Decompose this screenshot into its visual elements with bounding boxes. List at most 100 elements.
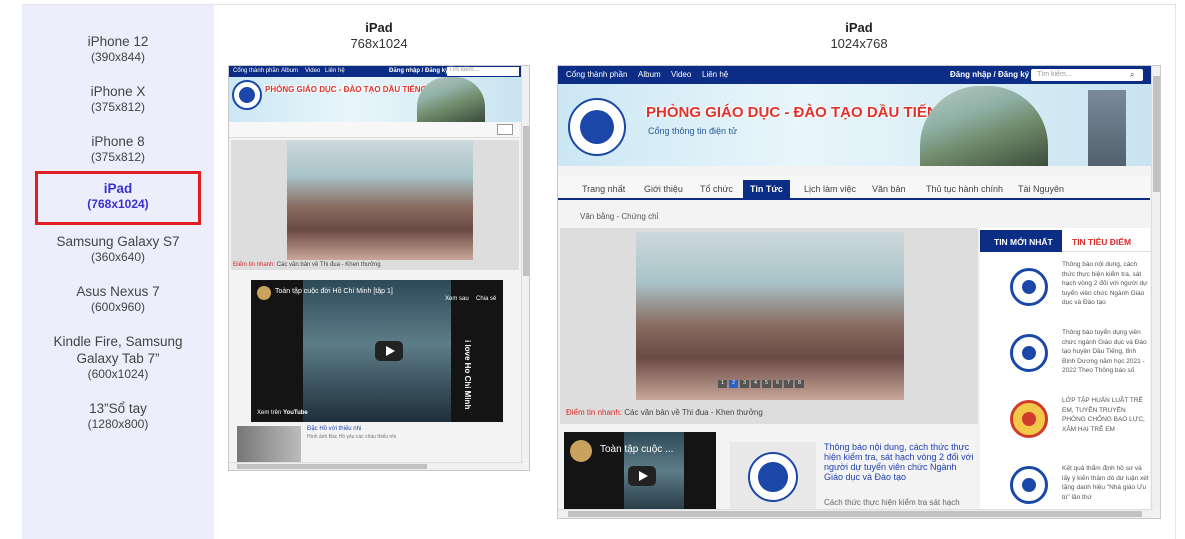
menu-toggle-icon[interactable] (497, 124, 513, 135)
youtube-video[interactable]: Toàn tập cuộc ... (564, 432, 716, 518)
scroll-thumb[interactable] (568, 511, 1142, 517)
preview-device-name: iPad (365, 20, 393, 35)
slide-dot-active[interactable]: 2 (729, 380, 738, 388)
device-name: iPhone 12 (87, 34, 149, 49)
portrait-preview-frame[interactable]: Cổng thành phần Album Video Liên hệ Đăng… (228, 65, 530, 471)
tab-focus[interactable]: TIN TIÊU ĐIỂM (1062, 230, 1150, 252)
vertical-scrollbar[interactable] (521, 66, 529, 462)
menu-item-home[interactable]: Trang nhất (582, 184, 625, 194)
news-text[interactable]: Các văn bản về Thi đua - Khen thưởng (624, 408, 763, 417)
landscape-preview-frame[interactable]: Cổng thành phần Album Video Liên hệ Đăng… (557, 65, 1161, 519)
device-name: iPhone X (90, 84, 146, 99)
watch-on-label: Xem trên (257, 410, 282, 416)
slide-pager: 1 2 3 4 5 6 7 8 (718, 380, 804, 388)
scroll-thumb[interactable] (237, 464, 427, 469)
small-item-title[interactable]: Đặc Hồ với thiếu nhi (307, 426, 361, 432)
nav-link[interactable]: Album (638, 70, 661, 79)
watch-later-button[interactable]: Xem sau (445, 296, 469, 302)
news-label: Điểm tin nhanh: (566, 408, 623, 417)
login-link[interactable]: Đăng nhập / Đăng ký (389, 68, 448, 74)
slide-dot[interactable]: 8 (795, 380, 804, 388)
device-name: Samsung Galaxy S7 (56, 234, 180, 249)
breadcrumb[interactable]: Văn bằng - Chứng chỉ (580, 212, 658, 221)
slide-dot[interactable]: 6 (773, 380, 782, 388)
news-text[interactable]: Các văn bản về Thi đua - Khen thưởng (277, 262, 381, 268)
site-banner: PHÒNG GIÁO DỤC - ĐÀO TẠO DẦU TIẾNG Cổng … (558, 84, 1160, 166)
device-resolution: (600x1024) (87, 367, 149, 381)
nav-link[interactable]: Album (281, 68, 298, 74)
news-item[interactable]: LỚP TẬP HUẤN LUẬT TRẺ EM, TUYÊN TRUYỀN P… (1062, 396, 1150, 454)
menu-item-organization[interactable]: Tổ chức (700, 184, 733, 194)
login-link[interactable]: Đăng nhập / Đăng ký (950, 70, 1029, 79)
search-icon[interactable]: ⌕ (1130, 70, 1134, 80)
device-kindle-fire[interactable]: Kindle Fire, Samsung Galaxy Tab 7” (600x… (22, 333, 214, 382)
horizontal-scrollbar[interactable] (229, 462, 523, 470)
nav-link[interactable]: Video (671, 70, 691, 79)
device-iphone-12[interactable]: iPhone 12 (390x844) (22, 33, 214, 65)
site-banner: PHÒNG GIÁO DỤC - ĐÀO TẠO DẦU TIẾNG (229, 77, 529, 122)
device-name-line2: Galaxy Tab 7” (76, 351, 160, 366)
tab-label: TIN MỚI NHẤT (994, 237, 1053, 247)
share-button[interactable]: Chia sẻ (476, 296, 496, 302)
device-ipad-selected[interactable]: iPad (768x1024) (35, 171, 201, 225)
news-ticker: Điểm tin nhanh: Các văn bản về Thi đua -… (233, 262, 381, 268)
device-name: iPhone 8 (91, 134, 145, 149)
news-item[interactable]: Thông báo tuyển dụng viên chức ngành Giá… (1062, 328, 1150, 394)
play-icon[interactable] (628, 466, 656, 486)
youtube-logo-text[interactable]: YouTube (283, 410, 308, 416)
search-input[interactable]: Tìm kiếm... (447, 67, 519, 76)
device-iphone-x[interactable]: iPhone X (375x812) (22, 83, 214, 115)
channel-avatar (570, 440, 592, 462)
device-samsung-galaxy-s7[interactable]: Samsung Galaxy S7 (360x640) (22, 233, 214, 265)
search-input[interactable]: Tìm kiếm... (1031, 69, 1143, 81)
slide-dot[interactable]: 7 (784, 380, 793, 388)
menu-item-resources[interactable]: Tài Nguyên (1018, 184, 1064, 194)
news-ticker: Điểm tin nhanh: Các văn bản về Thi đua -… (566, 408, 763, 417)
device-asus-nexus-7[interactable]: Asus Nexus 7 (600x960) (22, 283, 214, 315)
nav-link[interactable]: Video (305, 68, 320, 74)
nav-link[interactable]: Cổng thành phần (566, 70, 627, 79)
scroll-thumb[interactable] (1153, 76, 1160, 192)
device-13-notebook[interactable]: 13”Sổ tay (1280x800) (22, 400, 214, 432)
vertical-scrollbar[interactable] (1151, 66, 1160, 509)
video-title[interactable]: Toàn tập cuộc đời Hồ Chí Minh [tập 1] (275, 288, 393, 295)
device-name: 13”Sổ tay (89, 401, 147, 416)
horizontal-scrollbar[interactable] (558, 509, 1153, 518)
site-main-menu: Trang nhất Giới thiệu Tổ chức Tin Tức Lị… (558, 176, 1150, 200)
school-logo-icon (232, 80, 262, 110)
device-iphone-8[interactable]: iPhone 8 (375x812) (22, 133, 214, 165)
small-item-text: Hình ảnh Bác Hồ yêu các cháu thiếu nhi (307, 434, 397, 440)
video-title[interactable]: Toàn tập cuộc ... (600, 444, 673, 455)
device-name: Asus Nexus 7 (76, 284, 160, 299)
nav-link[interactable]: Cổng thành phần (233, 68, 279, 74)
menu-item-schedule[interactable]: Lịch làm việc (804, 184, 856, 194)
slide-dot[interactable]: 4 (751, 380, 760, 388)
slide-dot[interactable]: 3 (740, 380, 749, 388)
device-resolution: (768x1024) (87, 197, 149, 211)
device-resolution: (390x844) (90, 50, 146, 64)
school-logo-icon (568, 98, 626, 156)
news-item[interactable]: Thông báo nội dung, cách thức thực hiện … (1062, 260, 1150, 326)
menu-item-about[interactable]: Giới thiệu (644, 184, 683, 194)
play-icon[interactable] (375, 341, 403, 361)
slide-dot[interactable]: 1 (718, 380, 727, 388)
menu-item-news-active[interactable]: Tin Tức (743, 180, 790, 198)
preview-resolution: 1024x768 (830, 36, 888, 51)
article-title[interactable]: Thông báo nội dung, cách thức thực hiện … (824, 442, 974, 502)
menu-item-documents[interactable]: Văn bản (872, 184, 906, 194)
menu-item-procedures[interactable]: Thủ tục hành chính (926, 184, 1003, 194)
device-resolution: (375x812) (90, 100, 146, 114)
site-top-nav: Cổng thành phần Album Video Liên hệ Đăng… (229, 66, 529, 77)
news-label: Điểm tin nhanh: (233, 262, 276, 268)
preview-resolution: 768x1024 (350, 36, 408, 51)
youtube-video[interactable]: Toàn tập cuộc đời Hồ Chí Minh [tập 1] Xe… (251, 280, 503, 422)
scroll-thumb[interactable] (523, 126, 529, 276)
slide-dot[interactable]: 5 (762, 380, 771, 388)
slideshow (231, 140, 519, 270)
nav-link[interactable]: Liên hệ (702, 70, 728, 79)
nav-link[interactable]: Liên hệ (325, 68, 345, 74)
article-body: Cách thức thực hiện kiểm tra sát hạch (824, 498, 960, 507)
device-name: iPad (103, 181, 133, 196)
tab-newest[interactable]: TIN MỚI NHẤT (980, 230, 1062, 252)
ho-chi-minh-thumbnail (237, 426, 301, 462)
